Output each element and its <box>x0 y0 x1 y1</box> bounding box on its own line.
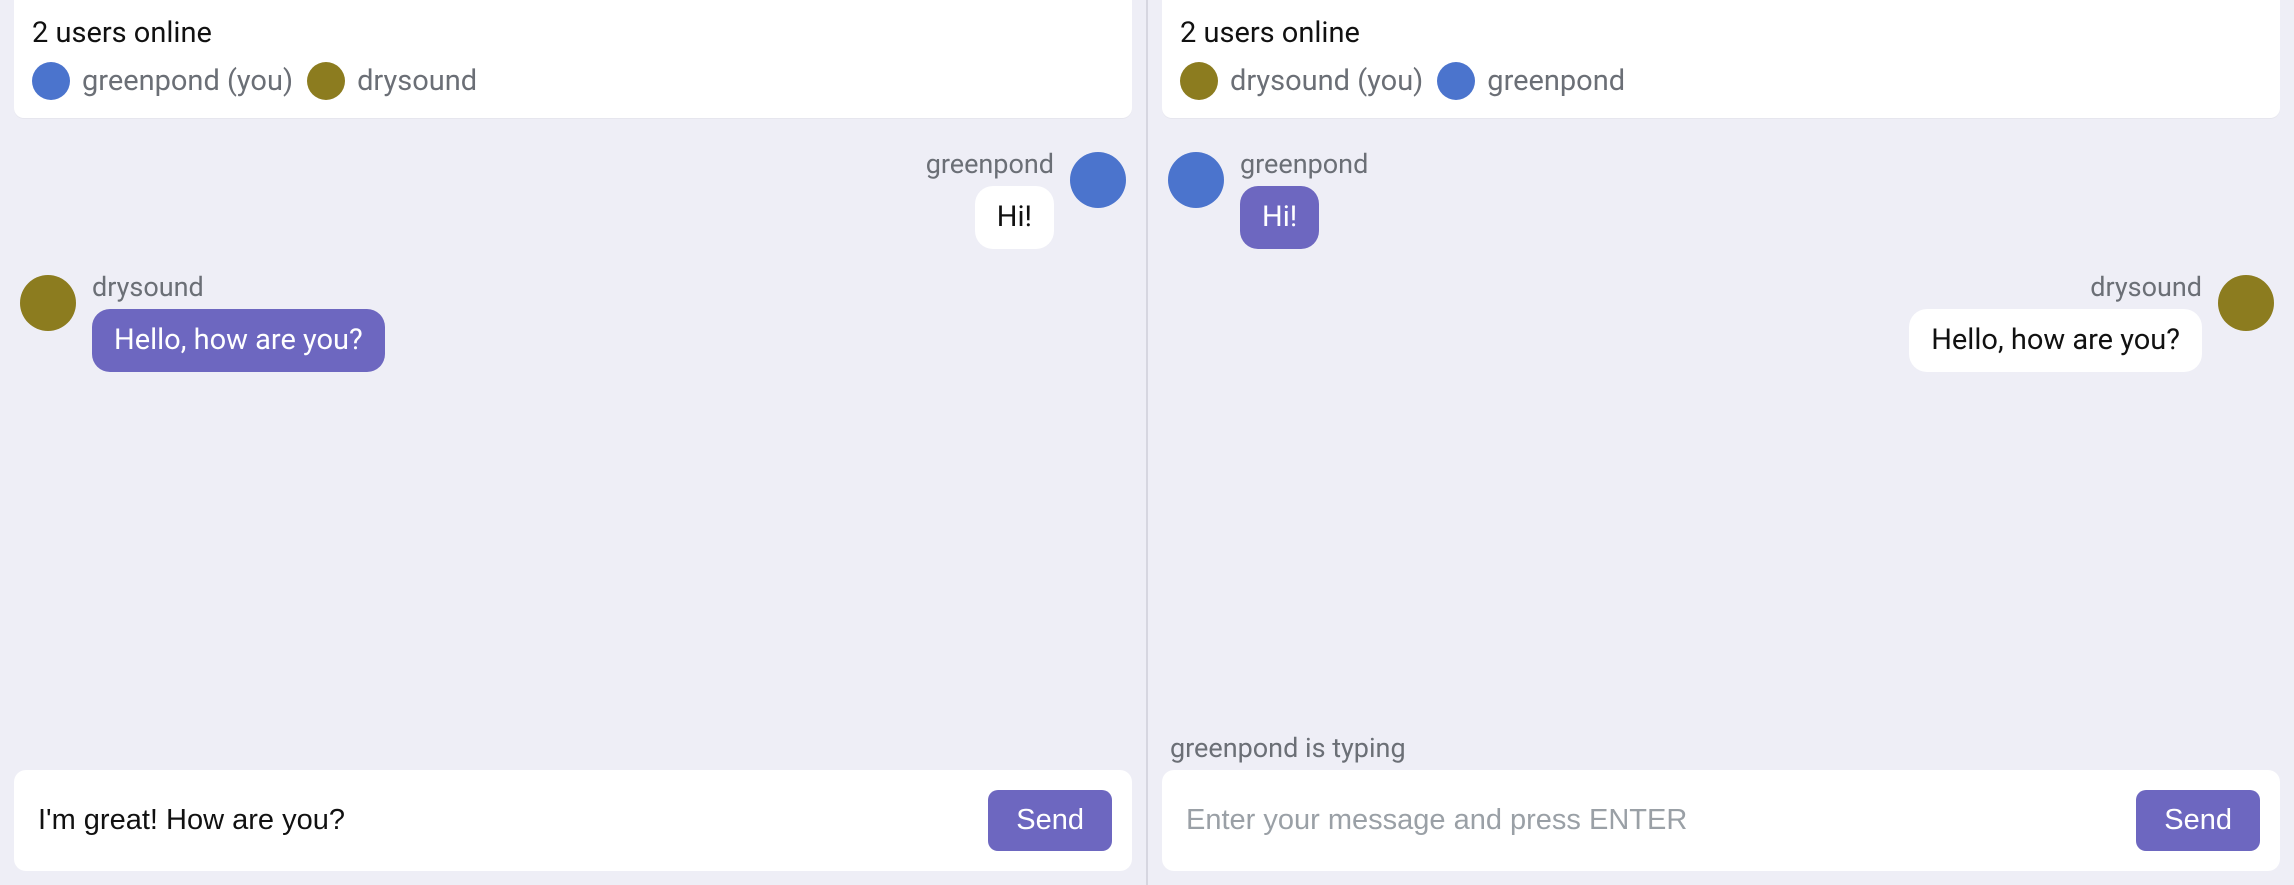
send-button[interactable]: Send <box>2136 790 2260 851</box>
user-dot-icon <box>307 62 345 100</box>
user-label: drysound <box>357 64 477 98</box>
avatar-icon <box>1168 152 1224 208</box>
online-header: 2 users online greenpond (you) drysound <box>14 0 1132 118</box>
typing-indicator <box>22 732 1124 764</box>
sender-label: drysound <box>92 271 204 303</box>
user-chip: greenpond (you) <box>32 62 293 100</box>
message-other: drysound Hello, how are you? <box>20 271 1126 372</box>
user-label: drysound (you) <box>1230 64 1423 98</box>
online-count: 2 users online <box>1180 16 2262 50</box>
user-chip: greenpond <box>1437 62 1625 100</box>
message-body: greenpond Hi! <box>1240 148 1368 249</box>
message-own: greenpond Hi! <box>20 148 1126 249</box>
message-bubble: Hello, how are you? <box>1909 309 2202 372</box>
online-count: 2 users online <box>32 16 1114 50</box>
user-dot-icon <box>32 62 70 100</box>
message-list[interactable]: greenpond Hi! drysound Hello, how are yo… <box>1148 118 2294 732</box>
message-bubble: Hello, how are you? <box>92 309 385 372</box>
message-body: greenpond Hi! <box>926 148 1054 249</box>
user-chip: drysound <box>307 62 477 100</box>
user-dot-icon <box>1180 62 1218 100</box>
user-chip: drysound (you) <box>1180 62 1423 100</box>
message-list[interactable]: greenpond Hi! drysound Hello, how are yo… <box>0 118 1146 732</box>
message-body: drysound Hello, how are you? <box>92 271 385 372</box>
message-bubble: Hi! <box>975 186 1054 249</box>
user-list: greenpond (you) drysound <box>32 62 1114 100</box>
composer: Send <box>1162 770 2280 871</box>
message-body: drysound Hello, how are you? <box>1909 271 2202 372</box>
sender-label: drysound <box>2090 271 2202 303</box>
send-button[interactable]: Send <box>988 790 1112 851</box>
avatar-icon <box>1070 152 1126 208</box>
online-header: 2 users online drysound (you) greenpond <box>1162 0 2280 118</box>
composer: Send <box>14 770 1132 871</box>
sender-label: greenpond <box>926 148 1054 180</box>
user-label: greenpond (you) <box>82 64 293 98</box>
message-bubble: Hi! <box>1240 186 1319 249</box>
avatar-icon <box>2218 275 2274 331</box>
chat-pane-right: 2 users online drysound (you) greenpond … <box>1146 0 2294 885</box>
message-other: greenpond Hi! <box>1168 148 2274 249</box>
user-dot-icon <box>1437 62 1475 100</box>
message-input[interactable] <box>1182 798 2116 843</box>
chat-pane-left: 2 users online greenpond (you) drysound … <box>0 0 1146 885</box>
message-own: drysound Hello, how are you? <box>1168 271 2274 372</box>
message-input[interactable] <box>34 798 968 843</box>
user-list: drysound (you) greenpond <box>1180 62 2262 100</box>
user-label: greenpond <box>1487 64 1625 98</box>
typing-indicator: greenpond is typing <box>1170 732 2272 764</box>
avatar-icon <box>20 275 76 331</box>
sender-label: greenpond <box>1240 148 1368 180</box>
